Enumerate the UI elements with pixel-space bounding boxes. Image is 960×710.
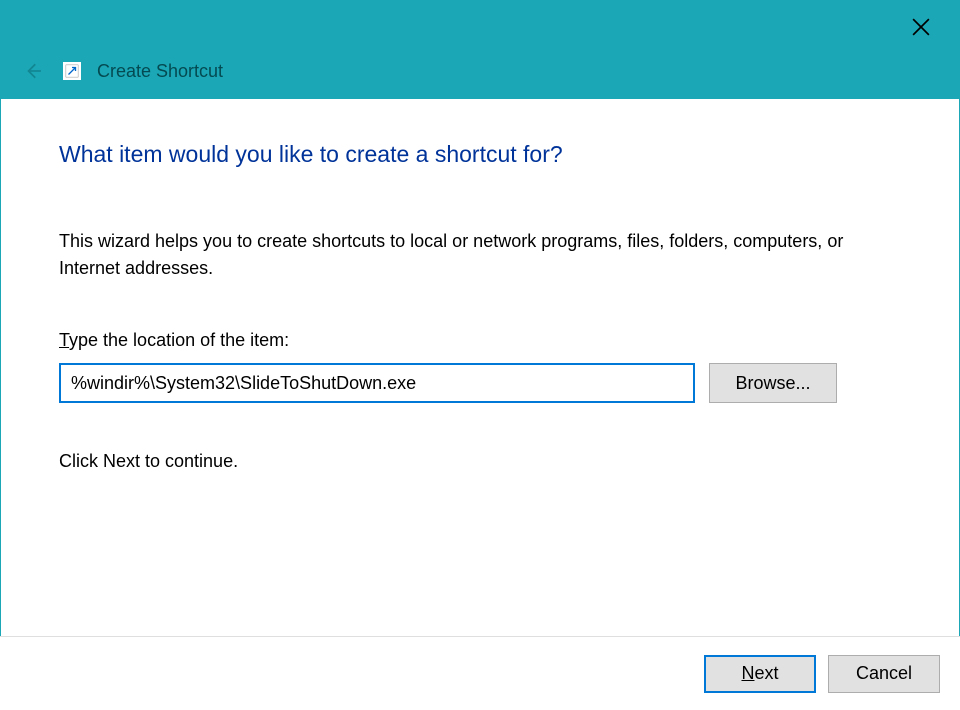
browse-button[interactable]: Browse...	[709, 363, 837, 403]
back-button	[19, 57, 47, 85]
shortcut-icon	[63, 62, 81, 80]
next-button[interactable]: Next	[704, 655, 816, 693]
titlebar: Create Shortcut	[1, 1, 959, 99]
close-button[interactable]	[901, 11, 941, 43]
location-input[interactable]	[59, 363, 695, 403]
back-arrow-icon	[24, 62, 42, 80]
footer: Next Cancel	[0, 636, 960, 710]
location-label: Type the location of the item:	[59, 330, 901, 351]
page-heading: What item would you like to create a sho…	[59, 141, 901, 168]
close-icon	[912, 18, 930, 36]
header-row: Create Shortcut	[19, 57, 223, 85]
content-area: What item would you like to create a sho…	[1, 99, 959, 472]
cancel-button[interactable]: Cancel	[828, 655, 940, 693]
location-row: Browse...	[59, 363, 901, 403]
window-title: Create Shortcut	[97, 61, 223, 82]
continue-instruction: Click Next to continue.	[59, 451, 901, 472]
wizard-description: This wizard helps you to create shortcut…	[59, 228, 901, 282]
